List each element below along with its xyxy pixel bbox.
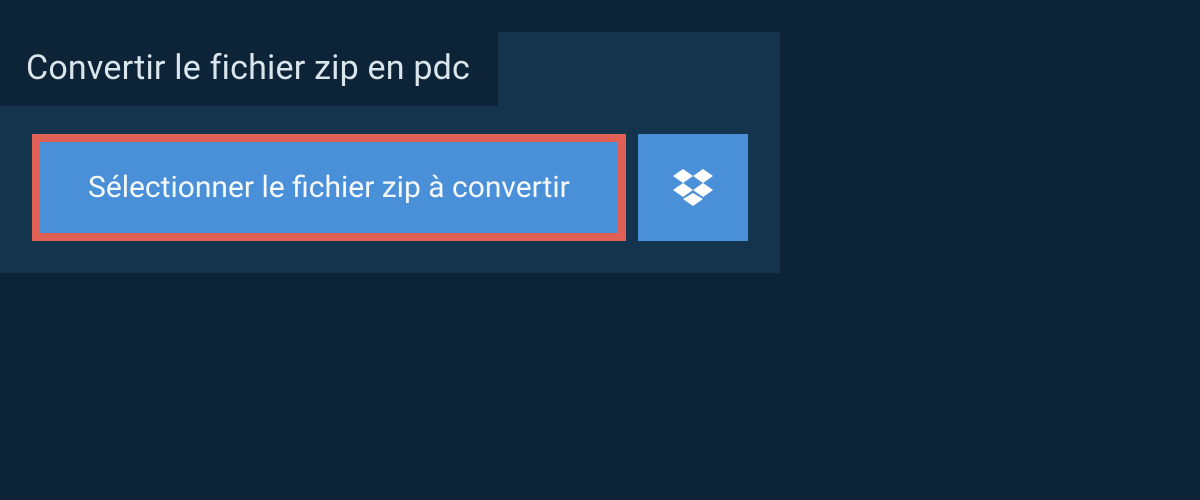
select-file-label: Sélectionner le fichier zip à convertir xyxy=(88,170,570,205)
dropbox-icon xyxy=(673,169,713,207)
select-file-button[interactable]: Sélectionner le fichier zip à convertir xyxy=(32,134,626,241)
heading-wrap: Convertir le fichier zip en pdc xyxy=(0,32,498,106)
converter-panel: Convertir le fichier zip en pdc Sélectio… xyxy=(0,32,780,273)
button-row: Sélectionner le fichier zip à convertir xyxy=(32,134,748,241)
page-title: Convertir le fichier zip en pdc xyxy=(26,48,470,88)
dropbox-button[interactable] xyxy=(638,134,748,241)
